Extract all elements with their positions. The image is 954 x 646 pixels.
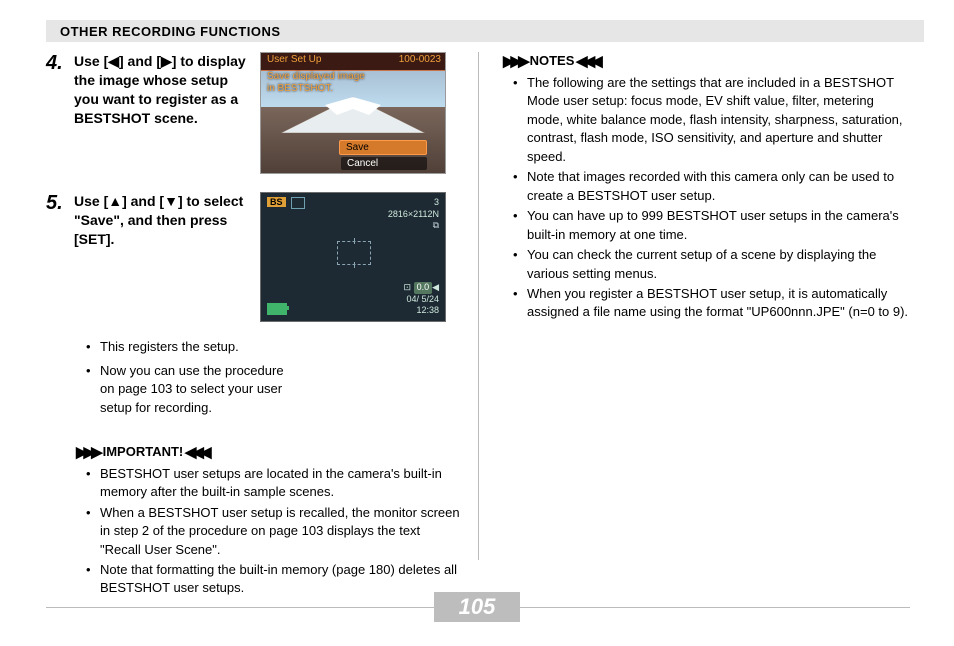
- step-5: 5. Use [▲] and [▼] to select "Save", and…: [46, 192, 464, 322]
- step-4-screenshot: User Set Up 100-0023 Save displayed imag…: [260, 52, 450, 174]
- list-item: Note that images recorded with this came…: [513, 168, 910, 205]
- list-item: The following are the settings that are …: [513, 74, 910, 166]
- list-item: You can check the current setup of a sce…: [513, 246, 910, 283]
- lcd-save-option: Save: [339, 140, 427, 155]
- ev-value: ⊡ 0.0◀: [404, 282, 439, 294]
- left-column: 4. Use [◀] and [▶] to display the image …: [46, 52, 478, 560]
- date: 04/ 5/24: [404, 294, 439, 306]
- manual-page: OTHER RECORDING FUNCTIONS 4. Use [◀] and…: [0, 0, 954, 646]
- grid-icon: [291, 197, 305, 209]
- list-item: Now you can use the procedure on page 10…: [86, 362, 290, 417]
- resolution: 2816×2112N: [388, 209, 439, 221]
- list-item: Note that formatting the built-in memory…: [86, 561, 464, 598]
- step-text: Use [▲] and [▼] to select "Save", and th…: [74, 192, 260, 249]
- time: 12:38: [404, 305, 439, 317]
- list-item: You can have up to 999 BESTSHOT user set…: [513, 207, 910, 244]
- lcd-screenshot-usersetup: User Set Up 100-0023 Save displayed imag…: [260, 52, 446, 174]
- deco-icon: ◀◀◀: [185, 444, 208, 461]
- step-4: 4. Use [◀] and [▶] to display the image …: [46, 52, 464, 174]
- lcd-title: User Set Up: [267, 54, 321, 70]
- focus-frame: [337, 241, 371, 265]
- columns: 4. Use [◀] and [▶] to display the image …: [46, 52, 910, 560]
- battery-icon: [267, 303, 287, 315]
- lcd-screenshot-rec: BS 3 2816×2112N ⧉ ⊡ 0.0◀ 04/ 5/24 12:3: [260, 192, 446, 322]
- lcd-file-number: 100-0023: [399, 54, 441, 70]
- lcd-message-line1: Save displayed image: [267, 71, 365, 82]
- step-text: Use [◀] and [▶] to display the image who…: [74, 52, 260, 128]
- bestshot-icon: BS: [267, 197, 286, 207]
- lcd-top-right-info: 3 2816×2112N ⧉: [388, 197, 439, 232]
- mountain-illustration: [261, 93, 445, 133]
- card-icon: ⧉: [388, 220, 439, 232]
- notes-heading: ▶▶▶ NOTES ◀◀◀: [503, 52, 910, 70]
- lcd-cancel-option: Cancel: [341, 157, 427, 170]
- step-number: 5.: [46, 192, 74, 214]
- page-number: 105: [459, 594, 496, 620]
- step-number: 4.: [46, 52, 74, 74]
- important-list: BESTSHOT user setups are located in the …: [86, 465, 464, 598]
- list-item: When you register a BESTSHOT user setup,…: [513, 285, 910, 322]
- deco-icon: ▶▶▶: [503, 53, 526, 70]
- section-header: OTHER RECORDING FUNCTIONS: [46, 20, 924, 42]
- notes-label: NOTES: [530, 53, 575, 68]
- notes-list: The following are the settings that are …: [513, 74, 910, 322]
- lcd-bottom-right-info: ⊡ 0.0◀ 04/ 5/24 12:38: [404, 282, 439, 317]
- list-item: This registers the setup.: [86, 338, 464, 356]
- lcd-topbar: User Set Up 100-0023: [261, 53, 445, 71]
- deco-icon: ▶▶▶: [76, 444, 99, 461]
- important-callout: ▶▶▶ IMPORTANT! ◀◀◀ BESTSHOT user setups a…: [46, 443, 464, 598]
- notes-callout: ▶▶▶ NOTES ◀◀◀ The following are the setti…: [503, 52, 910, 322]
- deco-icon: ◀◀◀: [576, 53, 599, 70]
- shots-remaining: 3: [388, 197, 439, 209]
- step-5-screenshot: BS 3 2816×2112N ⧉ ⊡ 0.0◀ 04/ 5/24 12:3: [260, 192, 450, 322]
- step-5-bullets: This registers the setup. Now you can us…: [86, 338, 464, 417]
- right-column: ▶▶▶ NOTES ◀◀◀ The following are the setti…: [478, 52, 910, 560]
- important-label: IMPORTANT!: [103, 444, 184, 459]
- list-item: When a BESTSHOT user setup is recalled, …: [86, 504, 464, 559]
- important-heading: ▶▶▶ IMPORTANT! ◀◀◀: [76, 443, 464, 461]
- section-header-text: OTHER RECORDING FUNCTIONS: [60, 24, 281, 39]
- list-item: BESTSHOT user setups are located in the …: [86, 465, 464, 502]
- page-number-box: 105: [434, 592, 520, 622]
